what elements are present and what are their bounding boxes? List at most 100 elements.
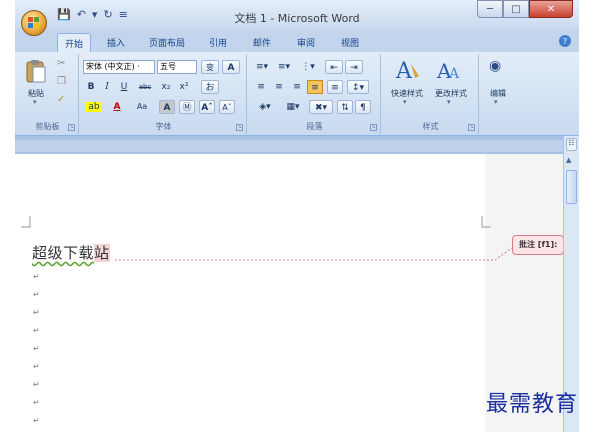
asian-layout-icon[interactable]: ✖▾: [309, 100, 333, 114]
ruler-area: [15, 136, 579, 154]
change-styles-dropdown-icon[interactable]: ▾: [447, 98, 451, 106]
styles-launcher-icon[interactable]: ↘: [468, 124, 475, 131]
shrink-font-icon[interactable]: Aˇ: [219, 100, 235, 114]
svg-text:A: A: [395, 59, 413, 84]
paragraph-mark: ↵: [33, 290, 40, 299]
watermark-text: 最需教育: [486, 392, 579, 417]
comment-balloon[interactable]: 批注 [f1]:: [512, 235, 564, 255]
decrease-indent-icon[interactable]: ⇤: [325, 60, 343, 74]
align-center-icon[interactable]: ≡: [271, 80, 287, 94]
group-font: 宋体 (中文正) · 五号 变 A B I U abc x₂ x² お ab A…: [81, 54, 247, 134]
change-case-icon[interactable]: 变: [201, 60, 219, 74]
office-logo-icon: [28, 17, 40, 29]
window-controls: ─ □ ✕: [477, 0, 573, 18]
sort-icon[interactable]: ⇅: [337, 100, 353, 114]
group-styles: A A A 快速样式 更改样式 ▾ ▾ 样式 ↘: [383, 54, 479, 134]
styles-group-label: 样式: [422, 122, 439, 131]
scroll-thumb[interactable]: [566, 170, 577, 204]
phonetic-guide-icon[interactable]: お: [201, 80, 219, 94]
multilevel-list-icon[interactable]: ⋮▾: [297, 60, 319, 74]
paragraph-mark: ↵: [33, 362, 40, 371]
ribbon-tabs: 开始 插入 页面布局 引用 邮件 审阅 视图 ?: [15, 30, 579, 52]
clipboard-launcher-icon[interactable]: ↘: [68, 124, 75, 131]
office-button[interactable]: [21, 10, 47, 36]
clear-formatting-icon[interactable]: A: [222, 60, 240, 74]
font-launcher-icon[interactable]: ↘: [236, 124, 243, 131]
word-window: 💾 ↶ ▾ ↻ ≡ 文档 1 - Microsoft Word ─ □ ✕ 开始…: [15, 0, 579, 432]
title-bar: 💾 ↶ ▾ ↻ ≡ 文档 1 - Microsoft Word ─ □ ✕: [15, 0, 579, 30]
tab-review[interactable]: 审阅: [291, 33, 321, 52]
tab-view[interactable]: 视图: [335, 33, 365, 52]
ruler: [15, 140, 563, 152]
borders-icon[interactable]: ▦▾: [281, 100, 305, 114]
highlight-color-icon[interactable]: ab: [83, 100, 105, 114]
superscript-icon[interactable]: x²: [177, 80, 191, 94]
char-border-icon[interactable]: A: [159, 100, 175, 114]
copy-icon[interactable]: ❐: [57, 76, 66, 87]
binoculars-icon[interactable]: ◉: [489, 58, 501, 74]
quick-styles-label[interactable]: 快速样式: [385, 88, 429, 99]
font-group-label: 字体: [155, 122, 172, 131]
change-styles-icon[interactable]: A A: [435, 56, 465, 84]
document-canvas[interactable]: 超级下载站 批注 [f1]: ↵ ↵ ↵ ↵ ↵ ↵ ↵ ↵ ↵: [15, 154, 564, 432]
group-editing: ◉ 编辑 ▾: [481, 54, 515, 134]
font-name-combo[interactable]: 宋体 (中文正) ·: [83, 60, 155, 74]
group-paragraph: ≡▾ ≡▾ ⋮▾ ⇤ ⇥ ≡ ≡ ≡ ≡ ≡ ↕▾ ◈▾ ▦▾ ✖▾ ⇅ ¶ 段…: [249, 54, 381, 134]
tab-page-layout[interactable]: 页面布局: [143, 33, 191, 52]
change-styles-label[interactable]: 更改样式: [429, 88, 473, 99]
paragraph-mark: ↵: [33, 380, 40, 389]
quick-styles-icon[interactable]: A: [393, 56, 423, 84]
scroll-up-icon[interactable]: ▲: [566, 156, 571, 164]
group-clipboard: 粘贴 ▾ ✂ ❐ ✓ 剪贴板 ↘: [17, 54, 79, 134]
enclose-char-icon[interactable]: Ⓜ: [179, 100, 195, 114]
align-left-icon[interactable]: ≡: [253, 80, 269, 94]
subscript-icon[interactable]: x₂: [159, 80, 173, 94]
commented-text[interactable]: 站: [94, 244, 110, 262]
paragraph-mark: ↵: [33, 272, 40, 281]
justify-icon[interactable]: ≡: [307, 80, 323, 94]
document-text[interactable]: 超级下载站: [32, 242, 110, 263]
paragraph-mark: ↵: [33, 416, 40, 425]
numbering-icon[interactable]: ≡▾: [275, 60, 293, 74]
paste-icon[interactable]: [25, 58, 47, 84]
strikethrough-icon[interactable]: abc: [135, 80, 155, 94]
show-marks-icon[interactable]: ¶: [355, 100, 371, 114]
tab-home[interactable]: 开始: [57, 33, 91, 52]
tab-mailings[interactable]: 邮件: [247, 33, 277, 52]
paragraph-mark: ↵: [33, 308, 40, 317]
font-color-icon[interactable]: A: [109, 100, 125, 114]
paragraph-launcher-icon[interactable]: ↘: [370, 124, 377, 131]
margin-corner-left: [21, 216, 31, 228]
cut-icon[interactable]: ✂: [57, 58, 65, 69]
underline-icon[interactable]: U: [117, 80, 131, 94]
line-spacing-icon[interactable]: ↕▾: [347, 80, 369, 94]
paragraph-mark: ↵: [33, 344, 40, 353]
svg-text:A: A: [448, 66, 460, 82]
comment-connector: [115, 247, 513, 261]
help-icon[interactable]: ?: [559, 35, 571, 47]
font-size-combo[interactable]: 五号: [157, 60, 197, 74]
minimize-button[interactable]: ─: [477, 0, 503, 18]
grow-font-icon[interactable]: Aˆ: [199, 100, 215, 114]
bold-icon[interactable]: B: [85, 80, 97, 94]
bullets-icon[interactable]: ≡▾: [253, 60, 271, 74]
align-right-icon[interactable]: ≡: [289, 80, 305, 94]
quick-styles-dropdown-icon[interactable]: ▾: [403, 98, 407, 106]
margin-corner-right: [481, 216, 491, 228]
paste-dropdown-icon[interactable]: ▾: [33, 98, 37, 106]
increase-indent-icon[interactable]: ⇥: [345, 60, 363, 74]
italic-icon[interactable]: I: [101, 80, 113, 94]
tab-references[interactable]: 引用: [203, 33, 233, 52]
paragraph-mark: ↵: [33, 398, 40, 407]
tab-insert[interactable]: 插入: [101, 33, 131, 52]
format-painter-icon[interactable]: ✓: [57, 94, 65, 105]
distributed-icon[interactable]: ≡: [327, 80, 343, 94]
editing-dropdown-icon[interactable]: ▾: [494, 98, 498, 106]
close-button[interactable]: ✕: [529, 0, 573, 18]
maximize-button[interactable]: □: [503, 0, 529, 18]
ruler-toggle-icon[interactable]: ☷: [566, 138, 577, 151]
ribbon: 粘贴 ▾ ✂ ❐ ✓ 剪贴板 ↘ 宋体 (中文正) · 五号 变 A B I U…: [15, 52, 579, 136]
char-shading-icon[interactable]: Aa: [131, 100, 153, 114]
editing-label[interactable]: 编辑: [481, 88, 515, 99]
shading-icon[interactable]: ◈▾: [253, 100, 277, 114]
